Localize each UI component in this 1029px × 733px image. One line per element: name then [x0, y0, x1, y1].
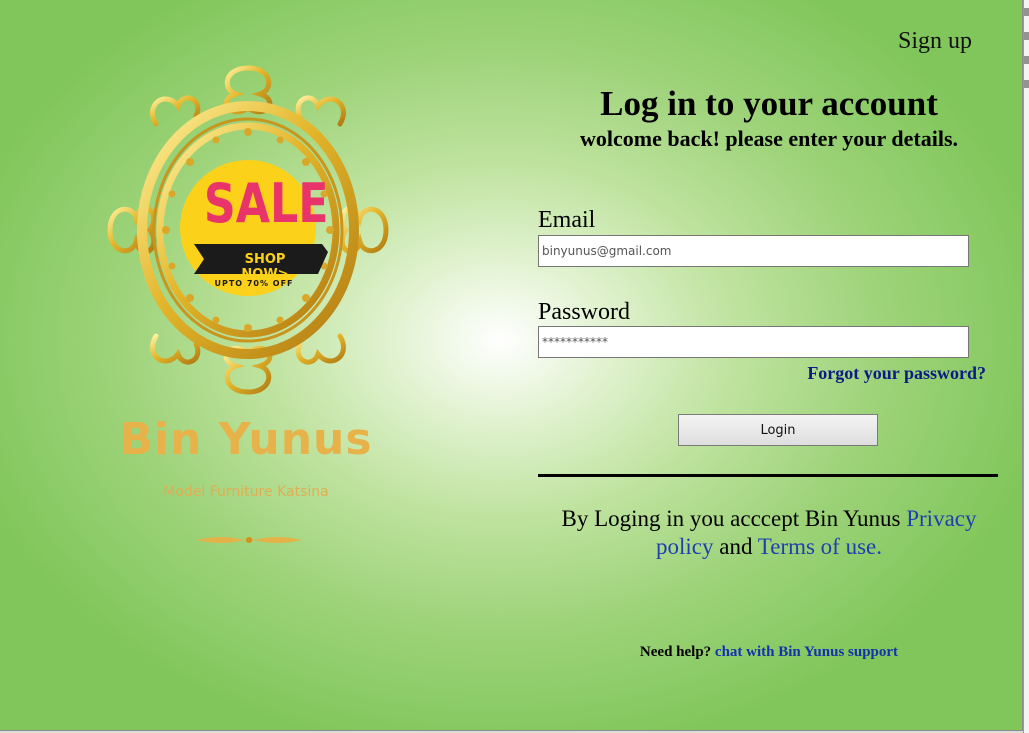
- terms-middle: and: [713, 534, 758, 559]
- help-prefix: Need help?: [639, 644, 715, 660]
- password-label: Password: [538, 299, 631, 325]
- page-title: Log in to your account: [600, 84, 938, 123]
- terms-prefix: By Loging in you acccept Bin Yunus: [561, 506, 907, 531]
- upto-discount-text: UPTO 70% OFF: [214, 279, 294, 288]
- ornament-divider: [196, 537, 302, 543]
- email-label: Email: [538, 207, 596, 233]
- password-field[interactable]: ***********: [538, 326, 969, 358]
- login-button[interactable]: Login: [678, 414, 878, 446]
- signup-link[interactable]: Sign up: [898, 28, 972, 55]
- login-page: SALE SHOP NOW> UPTO 70% OFF Bin Yunus Mo…: [0, 0, 1023, 731]
- help-notice: Need help? chat with Bin Yunus support: [540, 644, 998, 661]
- forgot-password-link[interactable]: Forgot your password?: [807, 363, 986, 384]
- brand-name: Bin Yunus: [119, 414, 373, 465]
- shop-now-text: SHOP NOW>: [241, 252, 289, 282]
- brand-tagline: Model Furniture Katsina: [163, 484, 329, 500]
- terms-notice: By Loging in you acccept Bin Yunus Priva…: [540, 505, 998, 561]
- terms-of-use-link[interactable]: Terms of use.: [758, 534, 882, 559]
- divider: [538, 474, 998, 477]
- email-field[interactable]: binyunus@gmail.com: [538, 235, 969, 267]
- support-chat-link[interactable]: chat with Bin Yunus support: [715, 644, 898, 660]
- page-subtitle: wolcome back! please enter your details.: [579, 126, 959, 151]
- sale-text: SALE: [203, 172, 329, 235]
- adjacent-window-edge: [1023, 0, 1029, 733]
